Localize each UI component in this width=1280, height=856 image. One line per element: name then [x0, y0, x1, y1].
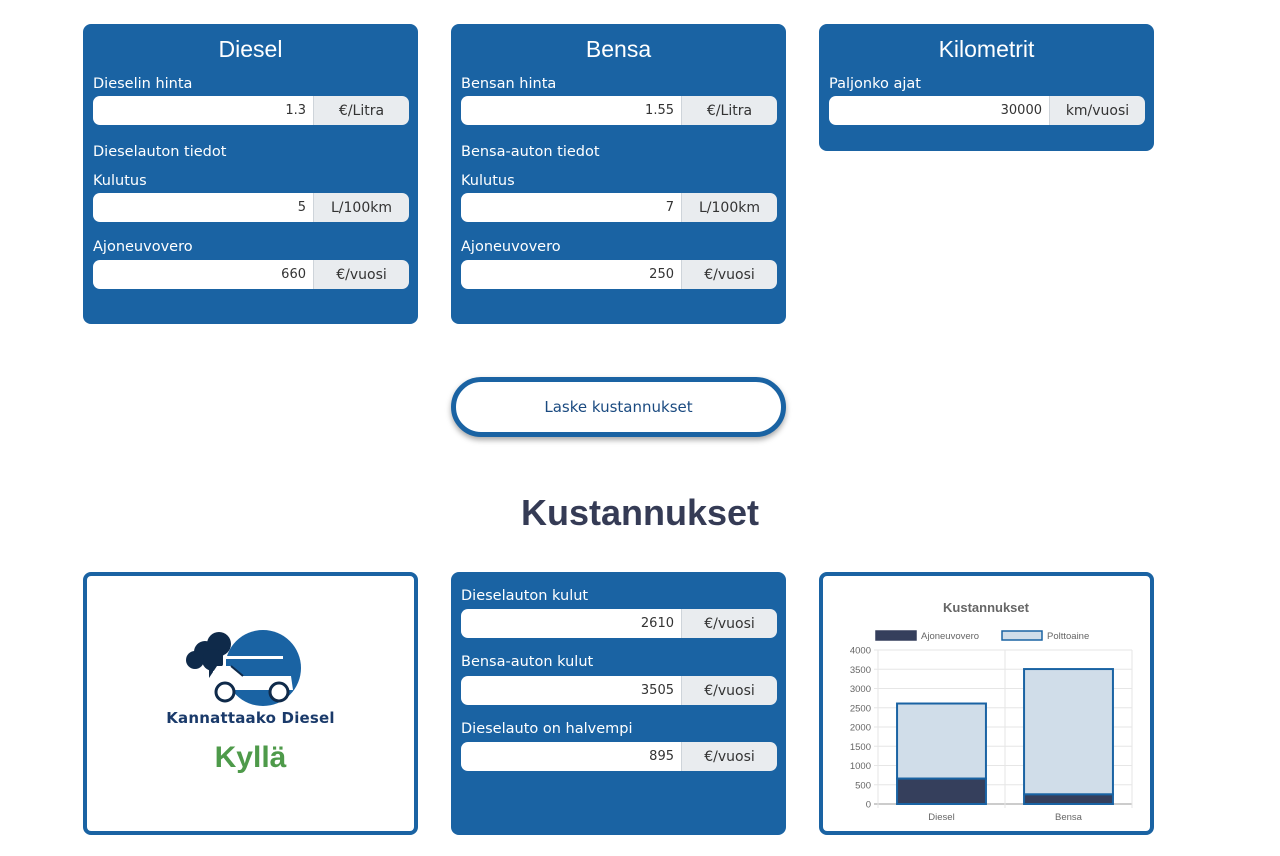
legend-label-1: Polttoaine — [1047, 631, 1089, 642]
x-tick-bensa: Bensa — [1055, 812, 1083, 823]
diesel-price-input[interactable] — [93, 96, 313, 125]
bar-tax-bensa — [1023, 793, 1114, 805]
y-tick-2500: 2500 — [850, 703, 871, 714]
bar-tax-diesel — [896, 777, 987, 805]
km-input[interactable] — [829, 96, 1049, 125]
diesel-cost-unit: €/vuosi — [681, 609, 777, 638]
y-tick-4000: 4000 — [850, 646, 871, 657]
bar-fuel-bensa — [1023, 668, 1114, 796]
y-tick-1500: 1500 — [850, 742, 871, 753]
y-tick-500: 500 — [855, 780, 871, 791]
petrol-consumption-label: Kulutus — [461, 173, 515, 189]
legend-swatch-0 — [875, 630, 917, 641]
diesel-cost-group: €/vuosi — [461, 609, 777, 638]
bar-fuel-diesel — [896, 702, 987, 780]
km-unit: km/vuosi — [1049, 96, 1145, 125]
diesel-consumption-group: L/100km — [93, 193, 409, 222]
diesel-price-unit: €/Litra — [313, 96, 409, 125]
legend-swatch-1 — [1001, 630, 1043, 641]
y-tick-2000: 2000 — [850, 723, 871, 734]
petrol-price-group: €/Litra — [461, 96, 777, 125]
petrol-consumption-unit: L/100km — [681, 193, 777, 222]
logo-text: Kannattaako Diesel — [166, 709, 335, 727]
verdict-card: Kannattaako Diesel Kyllä — [83, 572, 418, 835]
car-logo-icon — [186, 630, 301, 706]
calculate-button[interactable]: Laske kustannukset — [451, 377, 786, 437]
verdict-text: Kyllä — [214, 741, 287, 774]
petrol-tax-input[interactable] — [461, 260, 681, 289]
cheaper-input[interactable] — [461, 742, 681, 771]
petrol-price-label: Bensan hinta — [461, 76, 557, 92]
petrol-info-heading: Bensa-auton tiedot — [461, 144, 600, 160]
legend-label-0: Ajoneuvovero — [921, 631, 979, 642]
y-tick-1000: 1000 — [850, 761, 871, 772]
x-tick-diesel: Diesel — [928, 812, 954, 823]
diesel-consumption-input[interactable] — [93, 193, 313, 222]
diesel-title: Diesel — [218, 36, 283, 62]
petrol-cost-label: Bensa-auton kulut — [461, 654, 594, 670]
petrol-cost-group: €/vuosi — [461, 676, 777, 705]
diesel-info-heading: Dieselauton tiedot — [93, 144, 227, 160]
petrol-tax-group: €/vuosi — [461, 260, 777, 289]
petrol-consumption-group: L/100km — [461, 193, 777, 222]
diesel-cost-label: Dieselauton kulut — [461, 588, 589, 604]
results-card: Dieselauton kulut €/vuosi Bensa-auton ku… — [451, 572, 786, 835]
cheaper-unit: €/vuosi — [681, 742, 777, 771]
diesel-tax-group: €/vuosi — [93, 260, 409, 289]
cheaper-label: Dieselauto on halvempi — [461, 721, 633, 737]
chart-card: Kustannukset Ajoneuvovero Polttoaine 0 500 10… — [819, 572, 1154, 835]
diesel-cost-input[interactable] — [461, 609, 681, 638]
diesel-tax-unit: €/vuosi — [313, 260, 409, 289]
petrol-tax-label: Ajoneuvovero — [461, 239, 561, 255]
diesel-tax-label: Ajoneuvovero — [93, 239, 193, 255]
petrol-tax-unit: €/vuosi — [681, 260, 777, 289]
results-title: Kustannukset — [520, 492, 760, 533]
cost-chart: Kustannukset Ajoneuvovero Polttoaine 0 500 10… — [850, 600, 1133, 823]
km-label: Paljonko ajat — [829, 76, 921, 92]
diesel-consumption-unit: L/100km — [313, 193, 409, 222]
y-tick-3500: 3500 — [850, 665, 871, 676]
petrol-title: Bensa — [585, 36, 652, 62]
y-tick-0: 0 — [866, 800, 871, 811]
diesel-price-label: Dieselin hinta — [93, 76, 193, 92]
petrol-price-unit: €/Litra — [681, 96, 777, 125]
petrol-consumption-input[interactable] — [461, 193, 681, 222]
diesel-price-group: €/Litra — [93, 96, 409, 125]
chart-title: Kustannukset — [943, 600, 1030, 615]
diesel-consumption-label: Kulutus — [93, 173, 147, 189]
km-group: km/vuosi — [829, 96, 1145, 125]
petrol-cost-unit: €/vuosi — [681, 676, 777, 705]
km-card: Kilometrit Paljonko ajat km/vuosi — [819, 24, 1154, 151]
diesel-card: Diesel Dieselin hinta €/Litra Dieselauto… — [83, 24, 418, 324]
y-tick-3000: 3000 — [850, 684, 871, 695]
km-title: Kilometrit — [938, 36, 1035, 62]
diesel-tax-input[interactable] — [93, 260, 313, 289]
petrol-price-input[interactable] — [461, 96, 681, 125]
petrol-cost-input[interactable] — [461, 676, 681, 705]
petrol-card: Bensa Bensan hinta €/Litra Bensa-auton t… — [451, 24, 786, 324]
cheaper-group: €/vuosi — [461, 742, 777, 771]
